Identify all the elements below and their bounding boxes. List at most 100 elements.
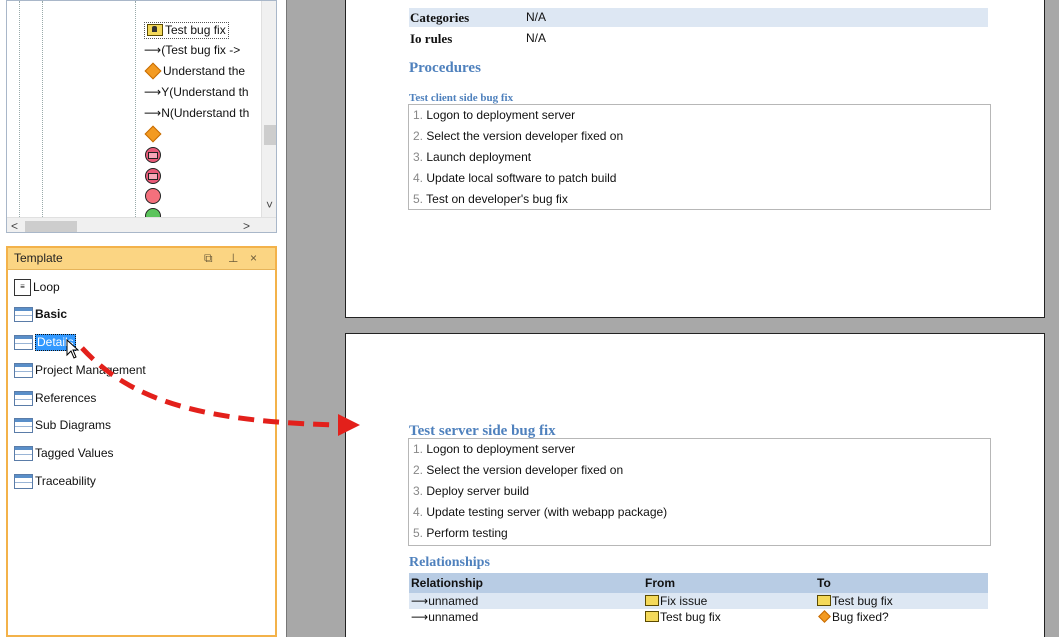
cell-text: Bug fixed? <box>832 610 889 624</box>
message-event-icon <box>145 147 161 163</box>
step-text: Update testing server (with webapp packa… <box>426 505 668 519</box>
action-icon <box>147 24 163 36</box>
control-flow-icon: ⟶ <box>144 85 162 99</box>
step-number: 2. <box>413 463 424 477</box>
table-row: ⟶unnamed Fix issue Test bug fix <box>409 593 988 609</box>
tree-item-decision[interactable]: Understand the <box>144 61 245 81</box>
model-tree-panel[interactable]: Test bug fix ⟶ (Test bug fix -> Understa… <box>6 0 277 233</box>
tree-item-transition-no[interactable]: ⟶ N(Understand th <box>144 103 249 123</box>
step-number: 1. <box>413 108 424 122</box>
loop-icon: ≡ <box>14 278 31 296</box>
merge-icon <box>144 125 162 143</box>
table-row: ⟶unnamed Test bug fix Bug fixed? <box>409 609 988 625</box>
property-row-io-rules: Io rules N/A <box>409 29 988 48</box>
table-icon <box>14 473 33 489</box>
scroll-down-arrow[interactable]: ˅ <box>266 197 273 213</box>
procedure-step: 3. Deploy server build <box>409 481 990 502</box>
property-key: Io rules <box>410 31 453 46</box>
tree-item-final-node[interactable] <box>144 186 161 206</box>
relationships-heading: Relationships <box>409 555 490 570</box>
table-icon <box>14 362 33 378</box>
procedure-step: 5. Perform testing <box>409 523 990 544</box>
control-flow-icon: ⟶ <box>411 610 429 624</box>
procedure-steps-list: 1. Logon to deployment server 2. Select … <box>408 438 991 546</box>
step-text: Launch deployment <box>426 150 532 164</box>
drag-arrow-head <box>338 414 360 436</box>
scroll-right-arrow[interactable]: > <box>243 218 250 232</box>
column-header-from: From <box>645 576 675 590</box>
tree-item-send-signal[interactable] <box>144 166 161 186</box>
close-icon[interactable]: × <box>250 251 257 265</box>
procedure-step: 4. Update testing server (with webapp pa… <box>409 502 990 523</box>
procedure-step: 4. Update local software to patch build <box>409 168 990 189</box>
step-text: Select the version developer fixed on <box>426 463 624 477</box>
tree-guide-line <box>42 1 43 217</box>
table-icon <box>14 390 33 406</box>
to-cell: Test bug fix <box>817 593 893 609</box>
step-number: 4. <box>413 171 424 185</box>
cell-text: Test bug fix <box>832 594 893 608</box>
tree-item-test-bug-fix[interactable]: Test bug fix <box>144 20 229 40</box>
step-text: Logon to deployment server <box>426 108 576 122</box>
tree-item-selection: Test bug fix <box>144 21 229 39</box>
template-item-label: Tagged Values <box>35 446 114 460</box>
template-item-tagged-values[interactable]: Tagged Values <box>14 443 114 463</box>
action-icon <box>645 611 659 622</box>
tree-guide-line <box>135 1 136 217</box>
tree-guide-line <box>19 1 20 217</box>
step-number: 3. <box>413 484 424 498</box>
tree-item-transition-yes[interactable]: ⟶ Y(Understand th <box>144 82 249 102</box>
tree-item-merge[interactable] <box>144 124 163 144</box>
message-event-icon <box>145 168 161 184</box>
tree-item-send-signal[interactable] <box>144 145 161 165</box>
tree-item-label: Test bug fix <box>165 22 226 37</box>
vertical-scrollbar[interactable]: ˅ <box>261 1 276 217</box>
step-text: Deploy server build <box>426 484 530 498</box>
template-item-label: Traceability <box>35 474 96 488</box>
property-key: Categories <box>410 10 470 25</box>
step-number: 5. <box>413 192 424 206</box>
scrollbar-thumb[interactable] <box>25 221 77 232</box>
scrollbar-thumb[interactable] <box>264 125 276 145</box>
preview-page-2: Test server side bug fix 1. Logon to dep… <box>345 333 1045 637</box>
step-number: 1. <box>413 442 424 456</box>
column-header-relationship: Relationship <box>411 576 484 590</box>
property-row-categories: Categories N/A <box>409 8 988 27</box>
step-text: Test on developer's bug fix <box>426 192 568 206</box>
procedure-step: 1. Logon to deployment server <box>409 105 990 126</box>
restore-window-icon[interactable]: ⧉ <box>204 251 213 266</box>
decision-icon <box>818 610 831 623</box>
procedure-step: 5. Test on developer's bug fix <box>409 189 990 210</box>
template-item-loop[interactable]: ≡ Loop <box>14 277 60 297</box>
procedure-steps-list: 1. Logon to deployment server 2. Select … <box>408 104 991 210</box>
template-item-traceability[interactable]: Traceability <box>14 471 96 491</box>
decision-icon <box>144 62 162 80</box>
procedure-step: 3. Launch deployment <box>409 147 990 168</box>
column-header-to: To <box>817 576 831 590</box>
step-number: 4. <box>413 505 424 519</box>
horizontal-scrollbar[interactable]: < > <box>7 217 276 232</box>
preview-page-1: Categories N/A Io rules N/A Procedures T… <box>345 0 1045 318</box>
scroll-left-arrow[interactable]: < <box>11 218 18 232</box>
drag-arrow-path <box>80 346 341 428</box>
procedure-step: 2. Select the version developer fixed on <box>409 126 990 147</box>
table-icon <box>14 306 33 322</box>
step-text: Perform testing <box>426 526 508 540</box>
tree-item-label: N(Understand th <box>161 106 250 120</box>
property-value: N/A <box>526 31 547 45</box>
pin-icon[interactable]: ⊥ <box>228 251 238 265</box>
tree-item-label: Understand the <box>163 64 246 78</box>
relationships-table: Relationship From To ⟶unnamed Fix issue … <box>409 573 988 625</box>
template-item-label: Loop <box>33 280 60 294</box>
tree-item-label: Y(Understand th <box>161 85 249 99</box>
template-item-basic[interactable]: Basic <box>14 304 67 324</box>
step-number: 3. <box>413 150 424 164</box>
template-panel: Template ⧉ ⊥ × ≡ Loop Basic Details Proj… <box>6 246 277 637</box>
table-header-row: Relationship From To <box>409 573 988 593</box>
control-flow-icon: ⟶ <box>411 594 429 608</box>
relationship-cell: ⟶unnamed <box>411 593 478 609</box>
action-icon <box>645 595 659 606</box>
tree-item-transition[interactable]: ⟶ (Test bug fix -> <box>144 40 240 60</box>
procedure-step: 2. Select the version developer fixed on <box>409 460 990 481</box>
mouse-cursor-icon <box>66 339 80 359</box>
